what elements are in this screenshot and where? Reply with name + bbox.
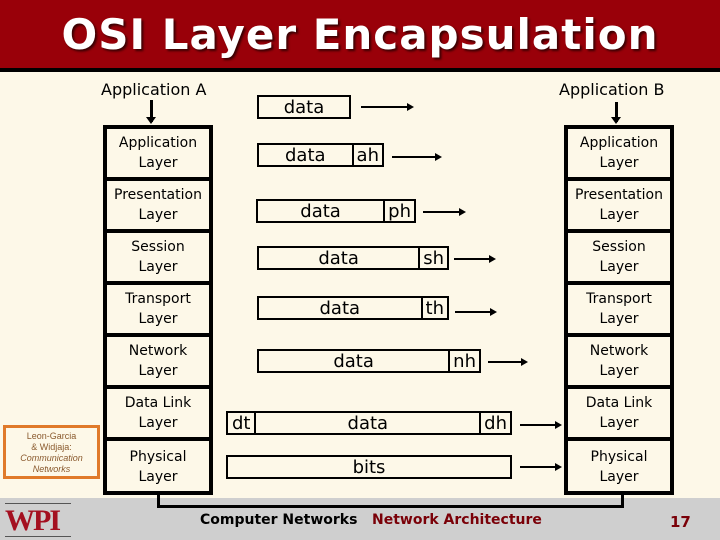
pdu-header-ah: ah	[351, 145, 382, 166]
pdu-body: data	[333, 350, 374, 372]
pdu-trailer-dt: dt	[228, 413, 257, 434]
receiver-layer-application: Application Layer	[568, 129, 670, 181]
pdu-physical-layer: bits	[226, 455, 512, 479]
pdu-header-dh: dh	[479, 413, 510, 434]
page-number: 17	[670, 513, 691, 531]
source-credit-box: Leon-Garcia & Widjaja: Communication Net…	[3, 425, 100, 479]
footer-course-name: Computer Networks	[200, 512, 358, 528]
receiver-down-arrow-icon	[611, 102, 621, 124]
arrow-right-icon	[392, 153, 442, 161]
receiver-layer-physical: Physical Layer	[590, 449, 648, 485]
sender-layer-physical: Physical Layer	[129, 449, 187, 485]
pdu-session-layer: data sh	[257, 246, 449, 270]
sender-down-arrow-icon	[146, 100, 156, 124]
credit-book-title-cont: Networks	[32, 464, 71, 474]
pdu-body: data	[318, 247, 359, 269]
arrow-right-icon	[455, 308, 497, 316]
title-bar: OSI Layer Encapsulation	[0, 0, 720, 72]
receiver-layer-data-link: Data Link Layer	[568, 389, 670, 441]
pdu-body: data	[300, 200, 341, 222]
arrow-right-icon	[423, 208, 466, 216]
arrow-right-icon	[520, 463, 562, 471]
arrow-right-icon	[361, 103, 414, 111]
receiver-layer-presentation: Presentation Layer	[568, 181, 670, 233]
sender-layer-transport: Transport Layer	[107, 285, 209, 337]
slide-title: OSI Layer Encapsulation	[61, 10, 659, 59]
pdu-header-ph: ph	[383, 201, 414, 222]
pdu-body: data	[283, 96, 325, 118]
slide: OSI Layer Encapsulation Application A Ap…	[0, 0, 720, 540]
pdu-body: data	[347, 412, 389, 434]
receiver-layer-transport: Transport Layer	[568, 285, 670, 337]
pdu-data-link-layer: dt data dh	[226, 411, 512, 435]
receiver-layer-network: Network Layer	[568, 337, 670, 389]
pdu-presentation-layer: data ph	[256, 199, 416, 223]
pdu-header-nh: nh	[448, 351, 479, 372]
pdu-body: data	[285, 144, 326, 166]
sender-layer-application: Application Layer	[107, 129, 209, 181]
receiver-application-label: Application B	[559, 80, 665, 99]
sender-layer-network: Network Layer	[107, 337, 209, 389]
pdu-body: data	[319, 297, 361, 319]
credit-book-title: Communication	[20, 453, 83, 463]
pdu-application-data: data	[257, 95, 351, 119]
pdu-bits: bits	[352, 456, 386, 478]
credit-authors-cont: & Widjaja:	[31, 442, 72, 452]
sender-layer-presentation: Presentation Layer	[107, 181, 209, 233]
pdu-transport-layer: data th	[257, 296, 449, 320]
sender-layer-data-link: Data Link Layer	[107, 389, 209, 441]
receiver-layer-session: Session Layer	[568, 233, 670, 285]
pdu-header-th: th	[420, 298, 447, 319]
pdu-header-sh: sh	[418, 248, 447, 269]
sender-layer-session: Session Layer	[107, 233, 209, 285]
physical-medium-link	[157, 505, 623, 508]
credit-authors: Leon-Garcia	[26, 431, 77, 441]
arrow-right-icon	[454, 255, 496, 263]
sender-layer-stack: Application Layer Presentation Layer Sessi…	[103, 125, 213, 495]
footer-topic: Network Architecture	[372, 512, 542, 528]
pdu-network-layer: data nh	[257, 349, 481, 373]
physical-medium-link-right	[621, 495, 624, 508]
arrow-right-icon	[520, 421, 562, 429]
wpi-logo: WPI	[5, 503, 71, 537]
receiver-layer-stack: Application Layer Presentation Layer Sessi…	[564, 125, 674, 495]
sender-application-label: Application A	[101, 80, 207, 99]
arrow-right-icon	[488, 358, 528, 366]
pdu-application-layer: data ah	[257, 143, 384, 167]
